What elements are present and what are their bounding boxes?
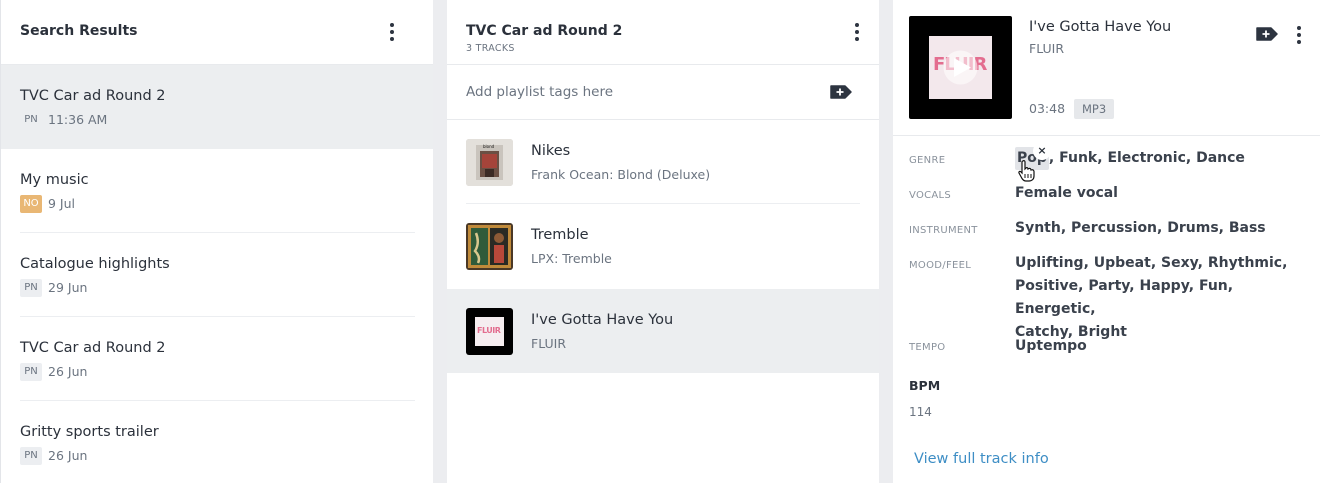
track-subtitle: Frank Ocean: Blond (Deluxe): [531, 167, 711, 182]
search-result-name: Gritty sports trailer: [20, 424, 159, 440]
genre-label: GENRE: [909, 155, 946, 166]
owner-badge: PN: [20, 447, 42, 465]
track-details-panel: FLUIR I've Gotta Have You FLUIR 03:48 MP…: [893, 0, 1320, 483]
mood-label: MOOD/FEEL: [909, 260, 972, 271]
hand-cursor-icon: [1018, 159, 1035, 182]
track-artist: FLUIR: [1029, 41, 1065, 56]
bpm-label: BPM: [909, 378, 941, 393]
track-cover-play[interactable]: FLUIR: [909, 16, 1012, 119]
track-subtitle: LPX: Tremble: [531, 251, 612, 266]
mood-tag[interactable]: Happy: [1140, 278, 1189, 294]
format-badge: MP3: [1074, 99, 1115, 119]
divider: [447, 64, 879, 65]
mood-tag[interactable]: Rhythmic: [1208, 255, 1282, 271]
mood-tag[interactable]: Party: [1088, 278, 1129, 294]
instrument-label: INSTRUMENT: [909, 225, 978, 236]
search-results-title: Search Results: [20, 23, 138, 39]
tempo-tags: Uptempo: [1015, 335, 1315, 358]
tempo-tag[interactable]: Uptempo: [1015, 338, 1087, 354]
search-result-name: My music: [20, 172, 89, 188]
instrument-tags: Synth, Percussion, Drums, Bass: [1015, 220, 1266, 236]
genre-tags: Pop, Funk, Electronic, Dance: [1015, 147, 1315, 170]
vocal-tag[interactable]: Female vocal: [1015, 185, 1118, 201]
search-result-date: 26 Jun: [48, 448, 88, 463]
track-title: Nikes: [531, 143, 571, 159]
search-result-date: 29 Jun: [48, 280, 88, 295]
album-art-text: FLUIR: [477, 326, 501, 335]
track-title: Tremble: [531, 227, 589, 243]
playlist-panel: TVC Car ad Round 2 3 TRACKS Add playlist…: [447, 0, 879, 483]
search-result-item[interactable]: TVC Car ad Round 2 PN 26 Jun: [1, 317, 433, 401]
mood-tag[interactable]: Upbeat: [1094, 255, 1151, 271]
track-count: 3 TRACKS: [466, 43, 515, 54]
track-row[interactable]: Tremble LPX: Tremble: [447, 204, 879, 288]
search-results-more-icon[interactable]: [382, 20, 402, 44]
album-art: [466, 223, 513, 270]
track-duration: 03:48: [1029, 101, 1066, 116]
album-art: blond: [466, 139, 513, 186]
playlist-tags-input[interactable]: Add playlist tags here: [466, 84, 613, 100]
mood-tag[interactable]: Energetic: [1015, 301, 1090, 317]
owner-badge: PN: [20, 363, 42, 381]
track-more-icon[interactable]: [1289, 23, 1309, 47]
remove-tag-close-icon[interactable]: ×: [1033, 142, 1051, 160]
divider: [893, 135, 1320, 136]
search-result-date: 9 Jul: [48, 196, 76, 211]
track-title: I've Gotta Have You: [531, 312, 674, 328]
search-result-item[interactable]: My music NO 9 Jul: [1, 149, 433, 233]
search-result-name: TVC Car ad Round 2: [20, 88, 166, 104]
instrument-tag[interactable]: Bass: [1229, 220, 1266, 236]
instrument-tag[interactable]: Synth: [1015, 220, 1061, 236]
track-subtitle: FLUIR: [531, 336, 567, 351]
mood-tag[interactable]: Sexy: [1161, 255, 1198, 271]
vocals-label: VOCALS: [909, 190, 952, 201]
owner-badge: NO: [20, 195, 42, 213]
playlist-more-icon[interactable]: [847, 20, 867, 44]
mood-tags: Uplifting, Upbeat, Sexy, Rhythmic, Posit…: [1015, 255, 1288, 340]
search-result-item[interactable]: TVC Car ad Round 2 PN 11:36 AM: [1, 65, 433, 149]
playlist-title: TVC Car ad Round 2: [466, 23, 623, 39]
tempo-label: TEMPO: [909, 342, 946, 353]
genre-tag[interactable]: Dance: [1196, 150, 1245, 166]
search-result-name: Catalogue highlights: [20, 256, 170, 272]
search-result-date: 11:36 AM: [48, 112, 108, 127]
vocals-tags: Female vocal: [1015, 182, 1315, 205]
search-result-name: TVC Car ad Round 2: [20, 340, 166, 356]
instrument-tag[interactable]: Drums: [1167, 220, 1218, 236]
cover-art: FLUIR: [929, 36, 992, 99]
bpm-value: 114: [909, 405, 932, 419]
genre-tag[interactable]: Electronic: [1107, 150, 1185, 166]
search-result-date: 26 Jun: [48, 364, 88, 379]
search-result-item[interactable]: Gritty sports trailer PN 26 Jun: [1, 401, 433, 483]
album-art: FLUIR: [466, 308, 513, 355]
play-icon[interactable]: [929, 36, 992, 99]
search-result-item[interactable]: Catalogue highlights PN 29 Jun: [1, 233, 433, 317]
track-row[interactable]: blond Nikes Frank Ocean: Blond (Deluxe): [447, 120, 879, 204]
add-tag-icon[interactable]: [829, 84, 853, 100]
genre-tag[interactable]: Funk: [1059, 150, 1097, 166]
owner-badge: PN: [20, 279, 42, 297]
view-full-track-info-link[interactable]: View full track info: [914, 451, 1049, 467]
track-title: I've Gotta Have You: [1029, 19, 1172, 35]
search-results-panel: Search Results TVC Car ad Round 2 PN 11:…: [0, 0, 433, 483]
mood-tag[interactable]: Uplifting: [1015, 255, 1084, 271]
mood-tag[interactable]: Fun: [1199, 278, 1228, 294]
owner-badge: PN: [24, 114, 38, 125]
add-to-playlist-icon[interactable]: [1255, 26, 1279, 42]
mood-tag[interactable]: Positive: [1015, 278, 1078, 294]
track-row[interactable]: FLUIR I've Gotta Have You FLUIR: [447, 289, 879, 373]
album-art-text: blond: [483, 144, 495, 149]
instrument-tag[interactable]: Percussion: [1071, 220, 1157, 236]
